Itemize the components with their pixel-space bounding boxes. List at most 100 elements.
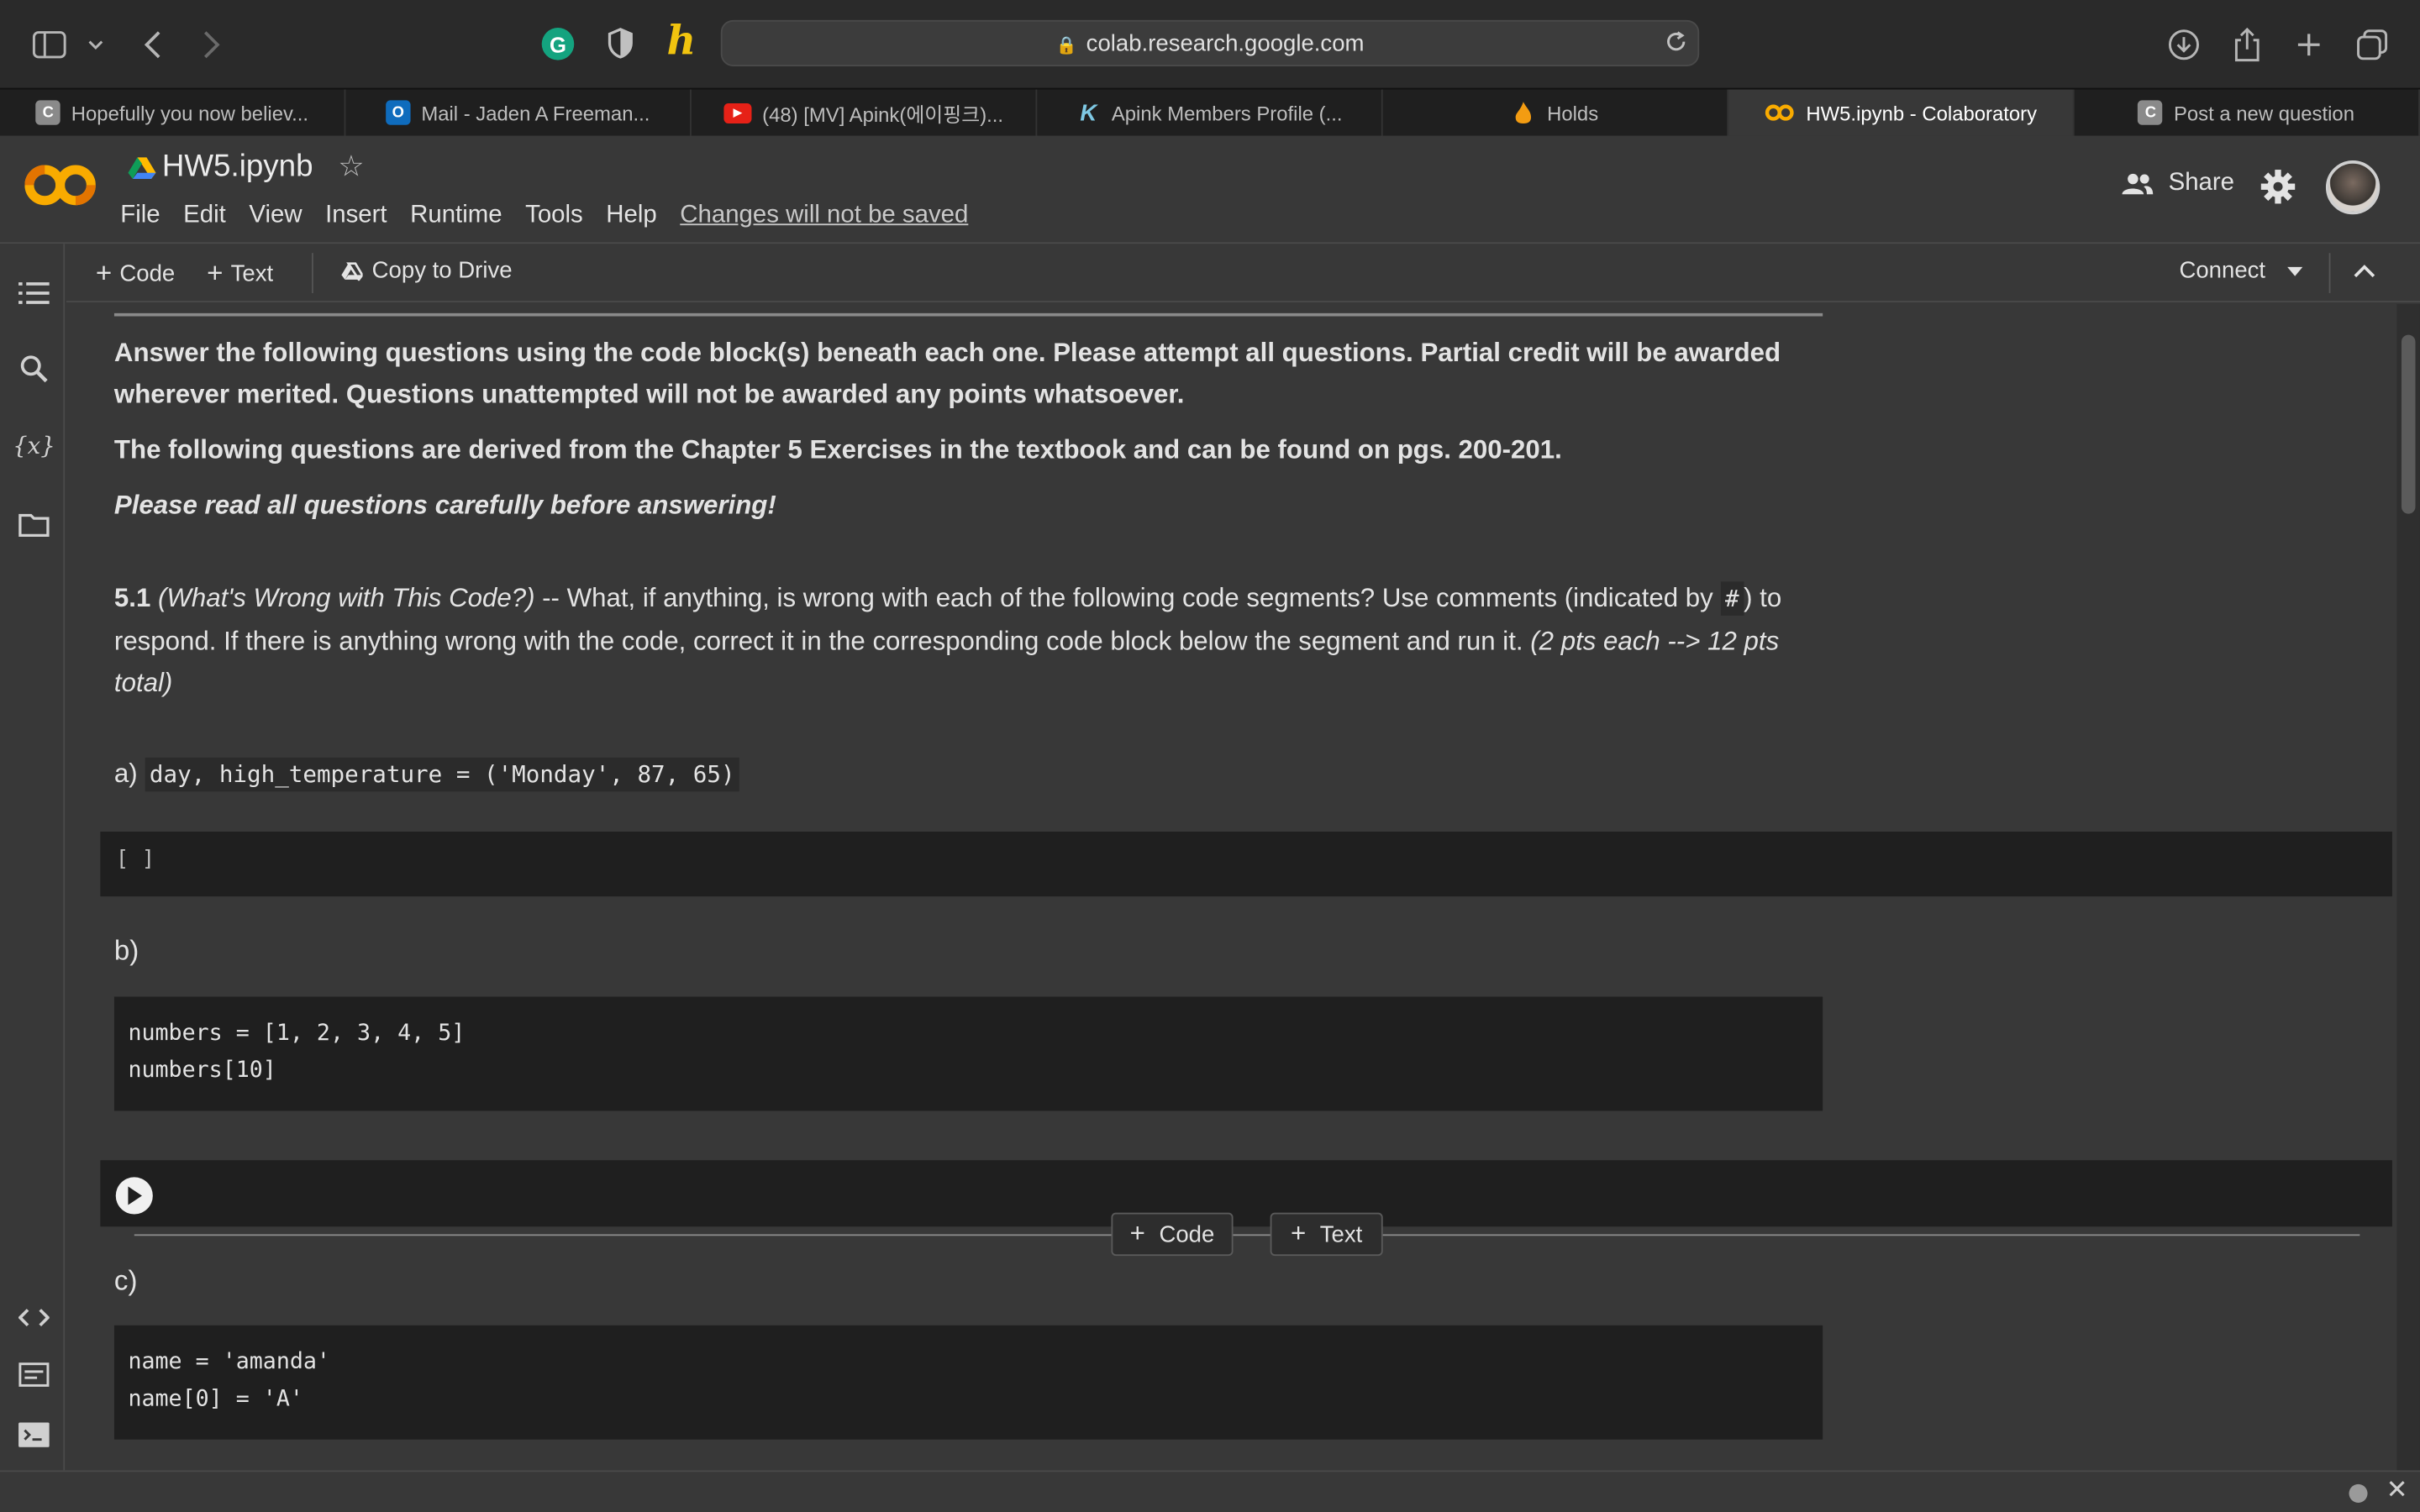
flame-icon	[1512, 100, 1536, 124]
notebook-toolbar: + Code + Text Copy to Drive Connect	[66, 244, 2420, 302]
back-icon[interactable]	[134, 26, 171, 63]
scrollbar-thumb[interactable]	[2401, 334, 2416, 514]
left-sidebar: {x}	[0, 244, 66, 1471]
scrollbar[interactable]	[2396, 303, 2420, 1471]
honey-extension-icon[interactable]: h	[666, 18, 696, 65]
notebook-title[interactable]: HW5.ipynb	[162, 150, 313, 185]
status-circle-icon	[2349, 1483, 2368, 1503]
tab-label: Holds	[1547, 101, 1599, 124]
forward-icon[interactable]	[193, 26, 230, 63]
add-code-button[interactable]: + Code	[96, 258, 175, 291]
plus-icon: +	[1290, 1219, 1307, 1248]
youtube-favicon-icon: ▶	[723, 102, 752, 123]
address-bar[interactable]: 🔒 colab.research.google.com	[720, 19, 1700, 66]
reload-icon[interactable]	[1664, 29, 1688, 62]
drive-icon	[341, 261, 363, 281]
colab-logo-icon[interactable]	[24, 164, 96, 215]
code-cell-active[interactable]	[100, 1160, 2392, 1227]
add-text-button[interactable]: + Text	[207, 258, 273, 291]
connect-dropdown-icon[interactable]	[2287, 266, 2303, 276]
intro-paragraph: Answer the following questions using the…	[113, 338, 1781, 409]
outlook-favicon-icon: O	[386, 100, 411, 125]
new-tab-icon[interactable]	[2291, 26, 2328, 63]
menu-edit[interactable]: Edit	[183, 202, 226, 230]
question-title: (What's Wrong with This Code?)	[158, 583, 535, 613]
grammarly-extension-icon[interactable]: G	[541, 28, 575, 60]
chapter-note: The following questions are derived from…	[113, 434, 1562, 465]
toolbar-divider	[2328, 253, 2331, 293]
code-line: numbers = [1, 2, 3, 4, 5]	[128, 1021, 466, 1047]
connect-button[interactable]: Connect	[2179, 258, 2265, 284]
menu-file[interactable]: File	[120, 202, 160, 230]
tab-label: (48) [MV] Apink(에이핑크)...	[762, 102, 1004, 126]
menu-tools[interactable]: Tools	[525, 202, 583, 230]
chegg-favicon-icon: C	[2138, 100, 2164, 125]
tab-colab[interactable]: HW5.ipynb - Colaboratory	[1728, 89, 2075, 136]
part-a-label: a)	[113, 759, 138, 789]
sidebar-toggle-icon[interactable]	[31, 26, 68, 63]
search-icon[interactable]	[17, 352, 50, 386]
folder-icon[interactable]	[17, 507, 50, 541]
plus-icon: +	[207, 257, 224, 289]
gear-icon[interactable]	[2260, 168, 2296, 213]
insert-code-button[interactable]: + Code	[1111, 1212, 1234, 1257]
read-carefully-note: Please read all questions carefully befo…	[113, 491, 776, 520]
add-code-label: Code	[119, 260, 176, 287]
star-icon[interactable]: ☆	[338, 150, 364, 185]
code-cell-empty[interactable]: [ ]	[100, 831, 2392, 897]
tab-kprofiles[interactable]: K Apink Members Profile (...	[1037, 89, 1383, 136]
shield-extension-icon[interactable]	[607, 28, 634, 66]
table-of-contents-icon[interactable]	[17, 276, 50, 310]
tab-overview-icon[interactable]	[2354, 26, 2391, 63]
hash-code: #	[1720, 581, 1744, 616]
share-sheet-icon[interactable]	[2228, 26, 2265, 63]
k-favicon-icon: K	[1080, 99, 1097, 126]
tab-post-question[interactable]: C Post a new question	[2075, 89, 2420, 136]
code-line: name[0] = 'A'	[128, 1387, 303, 1412]
run-cell-button[interactable]	[115, 1177, 153, 1215]
menu-help[interactable]: Help	[606, 202, 656, 230]
close-icon[interactable]: ✕	[2386, 1475, 2408, 1506]
browser-toolbar: G h 🔒 colab.research.google.com	[0, 0, 2420, 88]
horizontal-rule	[113, 312, 1823, 317]
terminal-icon[interactable]	[17, 1418, 50, 1452]
tab-label: Mail - Jaden A Freeman...	[421, 101, 650, 124]
menu-insert[interactable]: Insert	[325, 202, 387, 230]
unsaved-changes-link[interactable]: Changes will not be saved	[680, 202, 968, 230]
address-text: colab.research.google.com	[1086, 30, 1365, 57]
part-a: a) day, high_temperature = ('Monday', 87…	[114, 753, 1823, 795]
tab-youtube[interactable]: ▶ (48) [MV] Apink(에이핑크)...	[692, 89, 1038, 136]
share-button[interactable]: Share	[2121, 170, 2234, 197]
copy-to-drive-button[interactable]: Copy to Drive	[341, 258, 513, 284]
chevron-down-icon[interactable]	[77, 26, 114, 63]
chegg-favicon-icon: C	[35, 100, 60, 125]
connect-label: Connect	[2179, 257, 2266, 284]
insert-text-button[interactable]: + Text	[1270, 1212, 1383, 1257]
question-body: -- What, if anything, is wrong with each…	[534, 583, 1721, 613]
colab-favicon-icon	[1765, 100, 1796, 124]
menu-runtime[interactable]: Runtime	[410, 202, 502, 230]
insert-cell-divider	[134, 1234, 2360, 1236]
collapse-header-icon[interactable]	[2354, 264, 2375, 278]
tab-hopefully[interactable]: C Hopefully you now believ...	[0, 89, 346, 136]
part-c-label: c)	[113, 1265, 138, 1296]
tab-label: Apink Members Profile (...	[1111, 101, 1343, 124]
avatar[interactable]	[2325, 160, 2381, 215]
code-snippets-icon[interactable]	[17, 1300, 50, 1334]
menu-view[interactable]: View	[249, 202, 302, 230]
download-icon[interactable]	[2165, 26, 2202, 63]
question-5-1: 5.1 (What's Wrong with This Code?) -- Wh…	[114, 577, 1823, 704]
variables-icon[interactable]: {x}	[13, 429, 55, 463]
insert-text-label: Text	[1319, 1221, 1363, 1247]
app-window: G h 🔒 colab.research.google.com C Hopefull…	[0, 0, 2420, 1512]
add-text-label: Text	[230, 260, 274, 287]
code-block-c: name = 'amanda' name[0] = 'A'	[113, 1325, 1823, 1440]
tab-mail[interactable]: O Mail - Jaden A Freeman...	[345, 89, 692, 136]
status-bar: ✕	[0, 1470, 2420, 1512]
google-drive-icon	[128, 156, 156, 189]
tab-holds[interactable]: Holds	[1383, 89, 1729, 136]
command-palette-icon[interactable]	[17, 1357, 50, 1391]
plus-icon: +	[1129, 1219, 1145, 1248]
lock-icon: 🔒	[1055, 37, 1077, 56]
tab-label: Hopefully you now believ...	[71, 101, 309, 124]
